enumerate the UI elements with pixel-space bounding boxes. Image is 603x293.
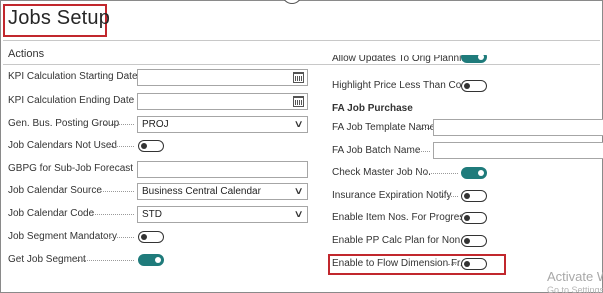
gbpg-row: GBPG for Sub-Job Forecast — [0, 160, 320, 178]
kpi-end-date-field[interactable] — [137, 93, 308, 110]
check-master-row: Check Master Job No. — [320, 164, 603, 182]
chevron-down-icon[interactable]: ∨ — [293, 117, 303, 132]
kpi-start-row: KPI Calculation Starting Date — [0, 68, 320, 86]
kpi-start-label: KPI Calculation Starting Date — [8, 71, 138, 82]
fa-template-row: FA Job Template Name — [320, 119, 603, 137]
gbpg-sub-job-field[interactable] — [137, 161, 308, 178]
fa-job-batch-field[interactable] — [433, 142, 603, 159]
activate-windows-subtext: Go to Settings — [547, 285, 603, 293]
allow-updates-toggle[interactable] — [461, 55, 487, 63]
insurance-label: Insurance Expiration Notify — [332, 190, 452, 201]
chevron-down-icon[interactable]: ∨ — [293, 207, 303, 222]
calendar-icon[interactable] — [293, 72, 304, 83]
gen-bus-select[interactable]: PROJ ∨ — [137, 116, 308, 133]
insurance-row: Insurance Expiration Notify — [320, 187, 603, 205]
gen-bus-row: Gen. Bus. Posting Group PROJ ∨ — [0, 115, 320, 133]
check-master-label: Check Master Job No. — [332, 167, 431, 178]
check-master-job-toggle[interactable] — [461, 167, 487, 179]
job-cal-source-label: Job Calendar Source — [8, 185, 102, 196]
job-cal-source-row: Job Calendar Source Business Central Cal… — [0, 182, 320, 200]
get-job-seg-row: Get Job Segment — [0, 251, 320, 269]
insurance-expiration-toggle[interactable] — [461, 190, 487, 202]
fa-job-purchase-heading: FA Job Purchase — [332, 103, 413, 114]
actions-menu[interactable]: Actions — [8, 48, 44, 60]
enable-item-row: Enable Item Nos. For Progres... — [320, 209, 603, 227]
kpi-start-date-field[interactable] — [137, 69, 308, 86]
gbpg-label: GBPG for Sub-Job Forecast — [8, 163, 134, 174]
kpi-end-row: KPI Calculation Ending Date — [0, 92, 320, 110]
kpi-end-label: KPI Calculation Ending Date — [8, 95, 135, 106]
page-title: Jobs Setup — [8, 7, 111, 29]
job-calendar-code-select[interactable]: STD ∨ — [137, 206, 308, 223]
job-seg-mand-label: Job Segment Mandatory — [8, 231, 117, 242]
enable-pp-row: Enable PP Calc Plan for Non I... — [320, 232, 603, 250]
highlight-price-toggle[interactable] — [461, 80, 487, 92]
job-cal-not-used-row: Job Calendars Not Used — [0, 137, 320, 155]
enable-pp-calc-toggle[interactable] — [461, 235, 487, 247]
chevron-down-icon[interactable]: ∨ — [293, 184, 303, 199]
job-cal-not-used-label: Job Calendars Not Used — [8, 140, 117, 151]
enable-flow-dimension-toggle[interactable] — [461, 258, 487, 270]
enable-pp-label: Enable PP Calc Plan for Non I... — [332, 235, 475, 246]
enable-item-label: Enable Item Nos. For Progres... — [332, 212, 473, 223]
title-divider — [3, 40, 600, 41]
allow-updates-row: Allow Updates To Orig Planni... — [320, 55, 603, 67]
job-segment-mandatory-toggle[interactable] — [138, 231, 164, 243]
fa-batch-row: FA Job Batch Name — [320, 142, 603, 160]
gen-bus-label: Gen. Bus. Posting Group — [8, 118, 120, 129]
job-calendar-source-select[interactable]: Business Central Calendar ∨ — [137, 183, 308, 200]
highlight-price-row: Highlight Price Less Than Cost — [320, 77, 603, 95]
allow-updates-label: Allow Updates To Orig Planni... — [332, 55, 470, 64]
fa-job-template-field[interactable] — [433, 119, 603, 136]
job-cal-code-row: Job Calendar Code STD ∨ — [0, 205, 320, 223]
job-seg-mand-row: Job Segment Mandatory — [0, 228, 320, 246]
get-job-segment-toggle[interactable] — [138, 254, 164, 266]
enable-item-nos-toggle[interactable] — [461, 212, 487, 224]
activate-windows-watermark: Activate W — [547, 269, 603, 284]
fa-batch-label: FA Job Batch Name — [332, 145, 421, 156]
job-cal-code-label: Job Calendar Code — [8, 208, 95, 219]
job-calendars-not-used-toggle[interactable] — [138, 140, 164, 152]
calendar-icon[interactable] — [293, 96, 304, 107]
highlight-price-label: Highlight Price Less Than Cost — [332, 80, 470, 91]
get-job-seg-label: Get Job Segment — [8, 254, 86, 265]
